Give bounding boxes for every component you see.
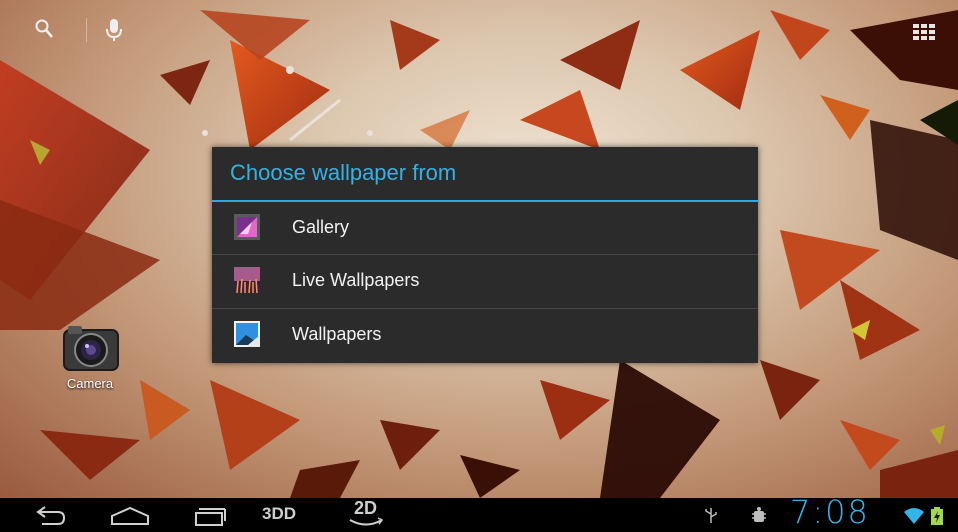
- status-clock[interactable]: 7:08: [790, 492, 870, 532]
- wallpaper-chooser-dialog: Choose wallpaper from Gallery Live Wallp…: [212, 147, 758, 363]
- option-gallery[interactable]: Gallery: [212, 202, 758, 255]
- microphone-icon[interactable]: [104, 18, 124, 41]
- gallery-icon: [234, 214, 260, 240]
- live-wallpapers-icon: [234, 267, 260, 294]
- back-button[interactable]: [32, 502, 68, 528]
- all-apps-icon[interactable]: [913, 24, 941, 42]
- option-label: Gallery: [292, 217, 350, 237]
- usb-icon: [704, 506, 718, 524]
- wallpapers-icon: [234, 321, 260, 347]
- camera-shortcut[interactable]: Camera: [54, 318, 126, 396]
- 2d-mode-label: 2D: [354, 498, 378, 518]
- search-divider: [86, 18, 87, 42]
- recent-apps-button[interactable]: [190, 502, 228, 528]
- 3d-mode-button[interactable]: 3DD: [262, 504, 314, 530]
- rotate-arrow-icon: [349, 517, 384, 526]
- option-label: Wallpapers: [292, 324, 382, 344]
- option-live-wallpapers[interactable]: Live Wallpapers: [212, 255, 758, 308]
- battery-charging-icon: [931, 507, 943, 525]
- option-wallpapers[interactable]: Wallpapers: [212, 309, 758, 362]
- dialog-title: Choose wallpaper from: [230, 160, 457, 185]
- search-icon[interactable]: [34, 18, 54, 40]
- camera-label: Camera: [66, 376, 114, 391]
- option-label: Live Wallpapers: [292, 270, 420, 290]
- home-button[interactable]: [108, 502, 152, 528]
- usb-debugging-icon: [750, 506, 768, 524]
- wifi-icon: [903, 507, 925, 525]
- 2d-mode-button[interactable]: 2D: [346, 498, 386, 526]
